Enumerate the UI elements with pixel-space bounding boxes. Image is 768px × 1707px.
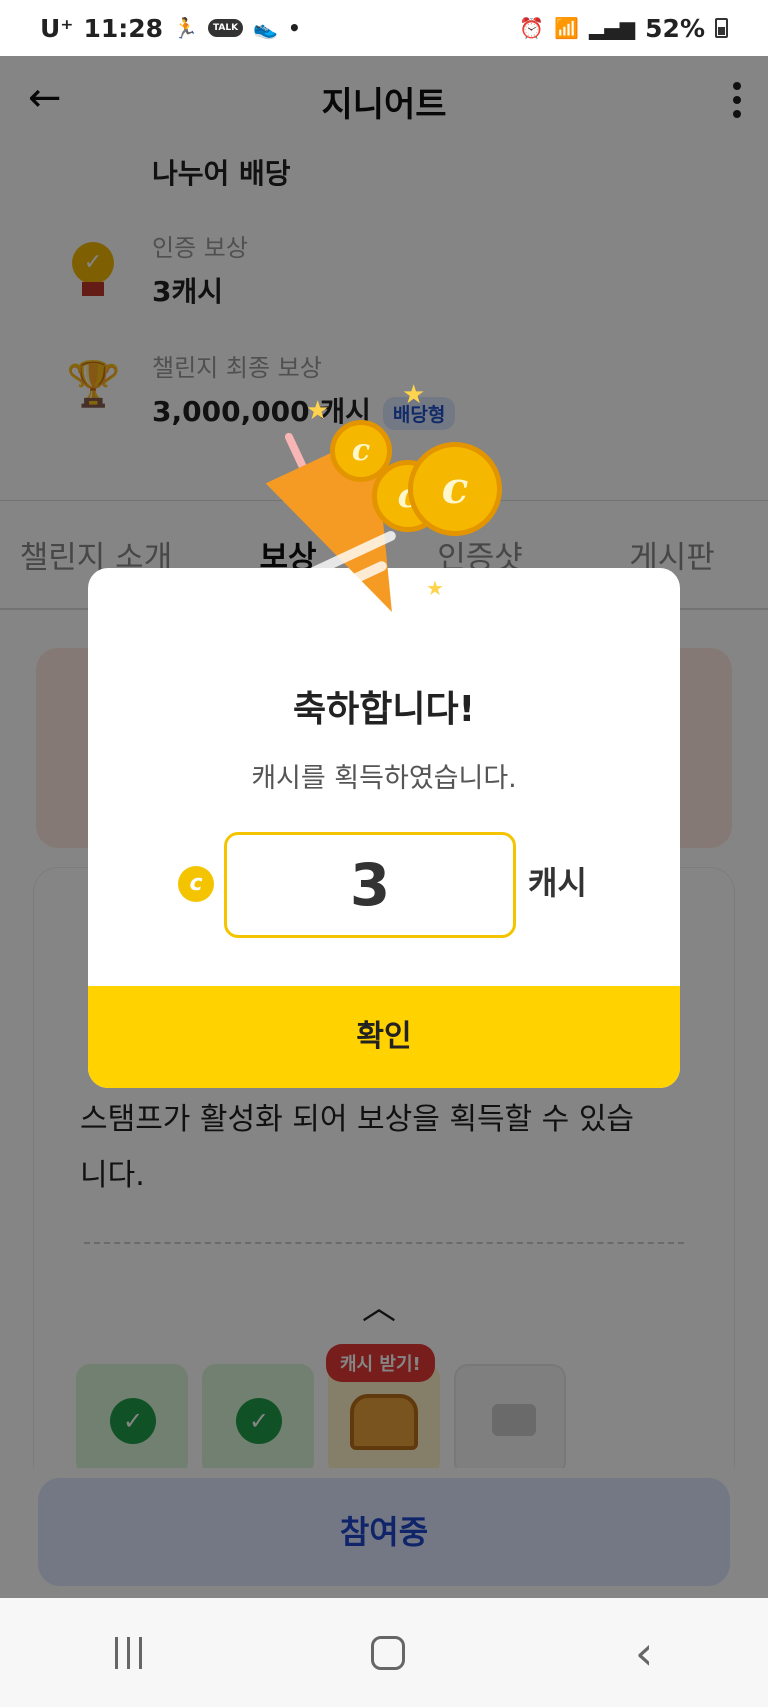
system-back-icon[interactable]: ‹ xyxy=(635,1630,653,1676)
cash-amount: 3 xyxy=(224,832,516,938)
dialog-subtitle: 캐시를 획득하였습니다. xyxy=(251,763,517,794)
system-nav-bar: ‹ xyxy=(0,1598,768,1707)
star-icon: ★ xyxy=(426,576,444,600)
cash-unit: 캐시 xyxy=(528,864,587,902)
dialog-title: 축하합니다! xyxy=(292,689,476,730)
signal-icon: ▂▄▆ xyxy=(589,16,636,40)
dot-icon: • xyxy=(288,16,301,40)
star-icon: ★ xyxy=(402,380,426,410)
clock: 11:28 xyxy=(83,13,164,43)
recent-apps-icon[interactable] xyxy=(114,1636,142,1669)
cash-coin-icon: c xyxy=(178,866,214,902)
coin-icon: c xyxy=(408,442,502,536)
shoe-icon: 👟 xyxy=(253,16,279,40)
runner-icon: 🏃 xyxy=(173,16,198,40)
battery-percent: 52% xyxy=(645,13,705,43)
confirm-button[interactable]: 확인 xyxy=(88,986,680,1088)
alarm-icon: ⏰ xyxy=(519,16,545,40)
battery-icon xyxy=(715,18,728,38)
wifi-icon: 📶 xyxy=(554,16,579,40)
star-icon: ★ xyxy=(306,396,330,426)
home-icon[interactable] xyxy=(371,1635,406,1670)
party-popper-illustration: c c c ★ ★ ★ xyxy=(265,380,510,650)
kakaotalk-icon: TALK xyxy=(207,19,244,37)
carrier-label: U⁺ xyxy=(40,13,74,43)
status-bar: U⁺ 11:28 🏃 TALK 👟 • ⏰ 📶 ▂▄▆ 52% xyxy=(0,0,768,56)
